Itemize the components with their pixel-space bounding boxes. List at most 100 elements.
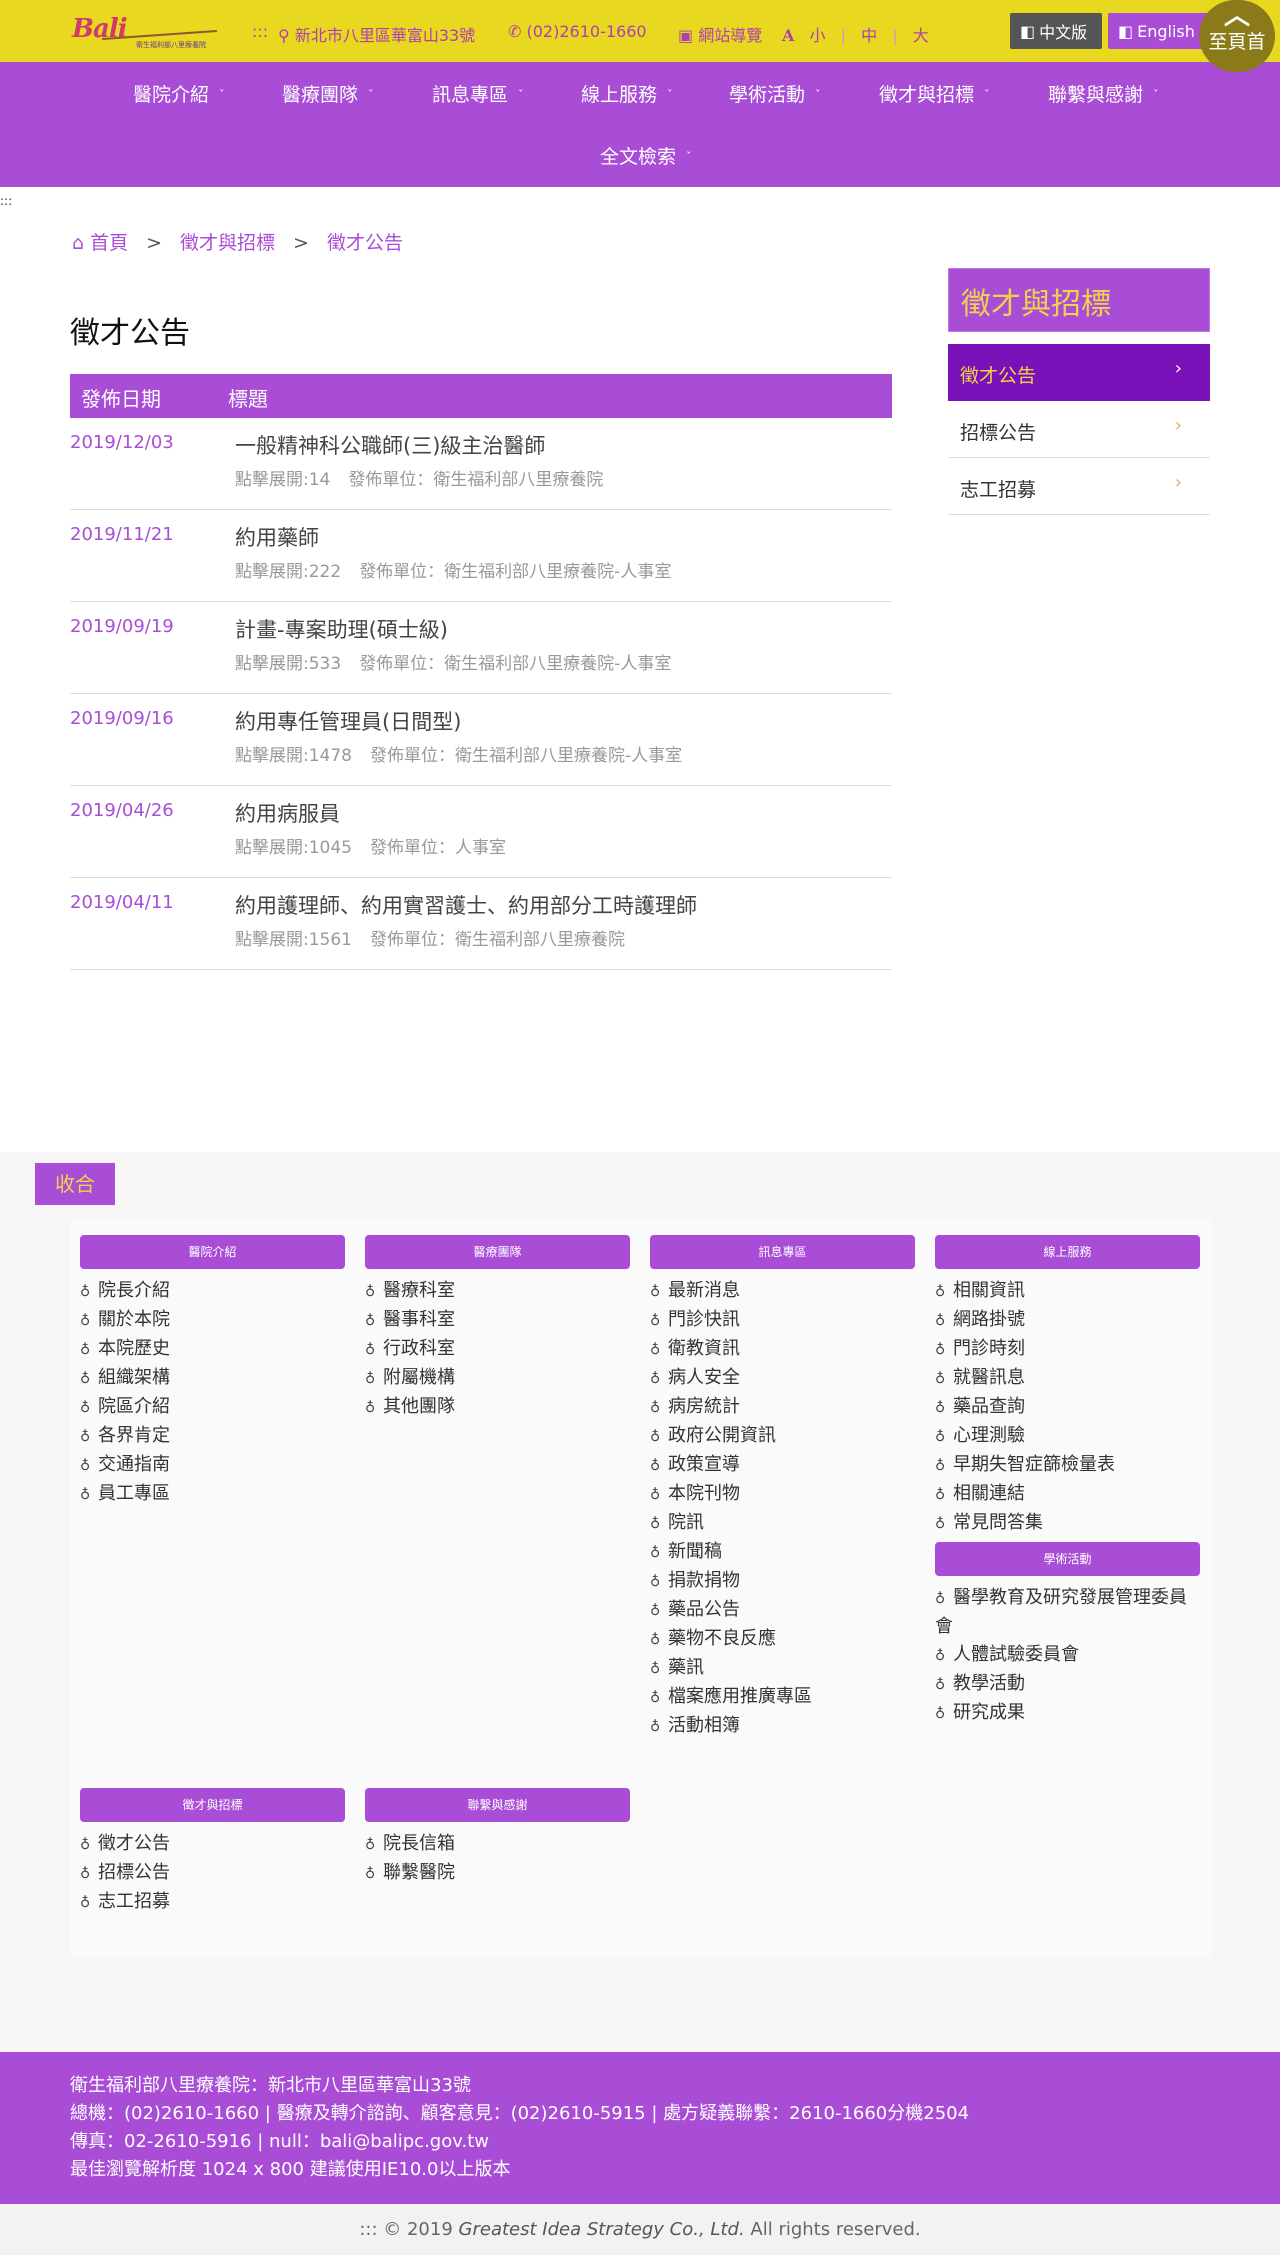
- row-unit: 發佈單位：衛生福利部八里療養院: [348, 470, 604, 490]
- sitemap-link[interactable]: ♁ 交通指南: [80, 1451, 345, 1480]
- nav-academic[interactable]: 學術活動 ˇ: [729, 80, 821, 107]
- row-date: 2019/11/21: [70, 524, 174, 545]
- hospital-logo[interactable]: Bali 衛生福利部八里療養院: [72, 12, 222, 52]
- sitemap-link[interactable]: ♁ 病人安全: [650, 1364, 915, 1393]
- sitemap-link[interactable]: ♁ 病房統計: [650, 1393, 915, 1422]
- sitemap-link[interactable]: ♁ 相關連結: [935, 1480, 1200, 1509]
- nav-fulltext-search[interactable]: 全文檢索 ˇ: [600, 142, 692, 169]
- sitemap-link[interactable]: ♁ 本院刊物: [650, 1480, 915, 1509]
- sitemap-link[interactable]: ♁ 常見問答集: [935, 1509, 1200, 1538]
- sitemap-link[interactable]: ♁ 相關資訊: [935, 1277, 1200, 1306]
- sitemap-link[interactable]: ♁ 聯繫醫院: [365, 1859, 630, 1888]
- sitemap-link[interactable]: ♁ 門診快訊: [650, 1306, 915, 1335]
- sitemap-link[interactable]: ♁ 活動相簿: [650, 1712, 915, 1741]
- sitemap-link[interactable]: ♁ 招標公告: [80, 1859, 345, 1888]
- sitemap-link[interactable]: ♁ 院長信箱: [365, 1830, 630, 1859]
- stethoscope-icon: ♁: [935, 1342, 946, 1358]
- nav-contact[interactable]: 聯繫與感謝 ˇ: [1048, 80, 1159, 107]
- phone-link[interactable]: ✆ (02)2610-1660: [508, 22, 647, 41]
- row-title-link[interactable]: 約用護理師、約用實習護士、約用部分工時護理師: [235, 890, 697, 920]
- sitemap-link[interactable]: ♁ 政策宣導: [650, 1451, 915, 1480]
- sitemap-link[interactable]: ♁ 早期失智症篩檢量表: [935, 1451, 1200, 1480]
- row-date: 2019/09/19: [70, 616, 174, 637]
- sitemap-link[interactable]: ♁ 教學活動: [935, 1670, 1200, 1699]
- sitemap-link[interactable]: ♁ 醫事科室: [365, 1306, 630, 1335]
- sitemap-link[interactable]: ♁ 院區介紹: [80, 1393, 345, 1422]
- row-unit: 發佈單位：衛生福利部八里療養院-人事室: [359, 562, 672, 582]
- sitemap-link[interactable]: ♁ 人體試驗委員會: [935, 1641, 1200, 1670]
- chinese-version-button[interactable]: ◧ 中文版: [1010, 13, 1102, 49]
- font-size-medium[interactable]: 中: [861, 26, 877, 45]
- sitemap-link[interactable]: ♁ 門診時刻: [935, 1335, 1200, 1364]
- nav-medical-team[interactable]: 醫療團隊 ˇ: [282, 80, 374, 107]
- sitemap-heading[interactable]: 訊息專區: [650, 1235, 915, 1269]
- accesskey-dots[interactable]: :::: [252, 22, 268, 41]
- sitemap-link[interactable]: ♁ 衛教資訊: [650, 1335, 915, 1364]
- sitemap-link[interactable]: ♁ 其他團隊: [365, 1393, 630, 1422]
- sitemap-link-label: 衛教資訊: [668, 1338, 740, 1359]
- sitemap-link[interactable]: ♁ 醫療科室: [365, 1277, 630, 1306]
- sitemap-heading[interactable]: 醫療團隊: [365, 1235, 630, 1269]
- nav-online-services[interactable]: 線上服務 ˇ: [581, 80, 673, 107]
- sitemap-link[interactable]: ♁ 藥品查詢: [935, 1393, 1200, 1422]
- sitemap-link[interactable]: ♁ 醫學教育及研究發展管理委員會: [935, 1584, 1200, 1641]
- sitemap-link[interactable]: ♁ 附屬機構: [365, 1364, 630, 1393]
- sitemap-link[interactable]: ♁ 檔案應用推廣專區: [650, 1683, 915, 1712]
- sitemap-link[interactable]: ♁ 藥訊: [650, 1654, 915, 1683]
- sitemap-heading[interactable]: 徵才與招標: [80, 1788, 345, 1822]
- breadcrumb-current[interactable]: 徵才公告: [327, 232, 403, 254]
- breadcrumb-level1[interactable]: 徵才與招標: [180, 232, 275, 254]
- row-meta: 點擊展開:1561 發佈單位：衛生福利部八里療養院: [235, 925, 625, 950]
- row-title-link[interactable]: 計畫-專案助理(碩士級): [235, 614, 448, 644]
- sitemap-link-label: 院長信箱: [383, 1833, 455, 1854]
- address-link[interactable]: ⚲ 新北市八里區華富山33號: [278, 22, 475, 46]
- font-size-large[interactable]: 大: [913, 26, 929, 45]
- sitemap-heading[interactable]: 學術活動: [935, 1542, 1200, 1576]
- back-to-top-button[interactable]: ︿ 至頁首: [1199, 0, 1275, 72]
- sitemap-link[interactable]: ♁ 政府公開資訊: [650, 1422, 915, 1451]
- sitemap-link[interactable]: ♁ 新聞稿: [650, 1538, 915, 1567]
- sitemap-link[interactable]: ♁ 院長介紹: [80, 1277, 345, 1306]
- sitemap-link[interactable]: ♁ 捐款捐物: [650, 1567, 915, 1596]
- collapse-button[interactable]: 收合: [35, 1163, 115, 1205]
- sitemap-heading[interactable]: 聯繫與感謝: [365, 1788, 630, 1822]
- row-title-link[interactable]: 一般精神科公職師(三)級主治醫師: [235, 430, 545, 460]
- sitemap-link-label: 關於本院: [98, 1309, 170, 1330]
- sitemap-heading[interactable]: 線上服務: [935, 1235, 1200, 1269]
- side-item-job-openings[interactable]: 徵才公告 ›: [948, 344, 1210, 401]
- sitemap-link[interactable]: ▣ 網站導覽: [678, 22, 762, 46]
- side-item-label: 招標公告: [960, 422, 1037, 444]
- page-title: 徵才公告: [70, 316, 190, 351]
- english-version-button[interactable]: ◧ English: [1108, 13, 1212, 49]
- sitemap-link[interactable]: ♁ 藥物不良反應: [650, 1625, 915, 1654]
- sitemap-link[interactable]: ♁ 徵才公告: [80, 1830, 345, 1859]
- row-title-link[interactable]: 約用藥師: [235, 522, 319, 552]
- nav-recruitment[interactable]: 徵才與招標 ˇ: [879, 80, 990, 107]
- sitemap-link[interactable]: ♁ 研究成果: [935, 1699, 1200, 1728]
- sitemap-link[interactable]: ♁ 本院歷史: [80, 1335, 345, 1364]
- row-title-link[interactable]: 約用專任管理員(日間型): [235, 706, 461, 736]
- sitemap-link[interactable]: ♁ 藥品公告: [650, 1596, 915, 1625]
- side-item-tenders[interactable]: 招標公告 ›: [948, 401, 1210, 458]
- sitemap-link[interactable]: ♁ 最新消息: [650, 1277, 915, 1306]
- table-row: 2019/09/16 約用專任管理員(日間型) 點擊展開:1478 發佈單位：衛生…: [70, 694, 892, 786]
- sitemap-link[interactable]: ♁ 關於本院: [80, 1306, 345, 1335]
- breadcrumb-home[interactable]: 首頁: [90, 232, 128, 254]
- sitemap-link[interactable]: ♁ 員工專區: [80, 1480, 345, 1509]
- sitemap-link[interactable]: ♁ 行政科室: [365, 1335, 630, 1364]
- sitemap-link[interactable]: ♁ 心理測驗: [935, 1422, 1200, 1451]
- side-item-volunteers[interactable]: 志工招募 ›: [948, 458, 1210, 515]
- sitemap-link[interactable]: ♁ 各界肯定: [80, 1422, 345, 1451]
- logo-mark: Bali: [72, 14, 128, 44]
- sitemap-link[interactable]: ♁ 組織架構: [80, 1364, 345, 1393]
- font-size-small[interactable]: 小: [810, 26, 826, 45]
- nav-news[interactable]: 訊息專區 ˇ: [432, 80, 524, 107]
- nav-hospital-intro[interactable]: 醫院介紹 ˇ: [133, 80, 225, 107]
- sitemap-heading[interactable]: 醫院介紹: [80, 1235, 345, 1269]
- sitemap-link[interactable]: ♁ 志工招募: [80, 1888, 345, 1917]
- content-accesskey[interactable]: :::: [0, 194, 12, 208]
- sitemap-link[interactable]: ♁ 院訊: [650, 1509, 915, 1538]
- sitemap-link[interactable]: ♁ 網路掛號: [935, 1306, 1200, 1335]
- sitemap-link[interactable]: ♁ 就醫訊息: [935, 1364, 1200, 1393]
- row-title-link[interactable]: 約用病服員: [235, 798, 340, 828]
